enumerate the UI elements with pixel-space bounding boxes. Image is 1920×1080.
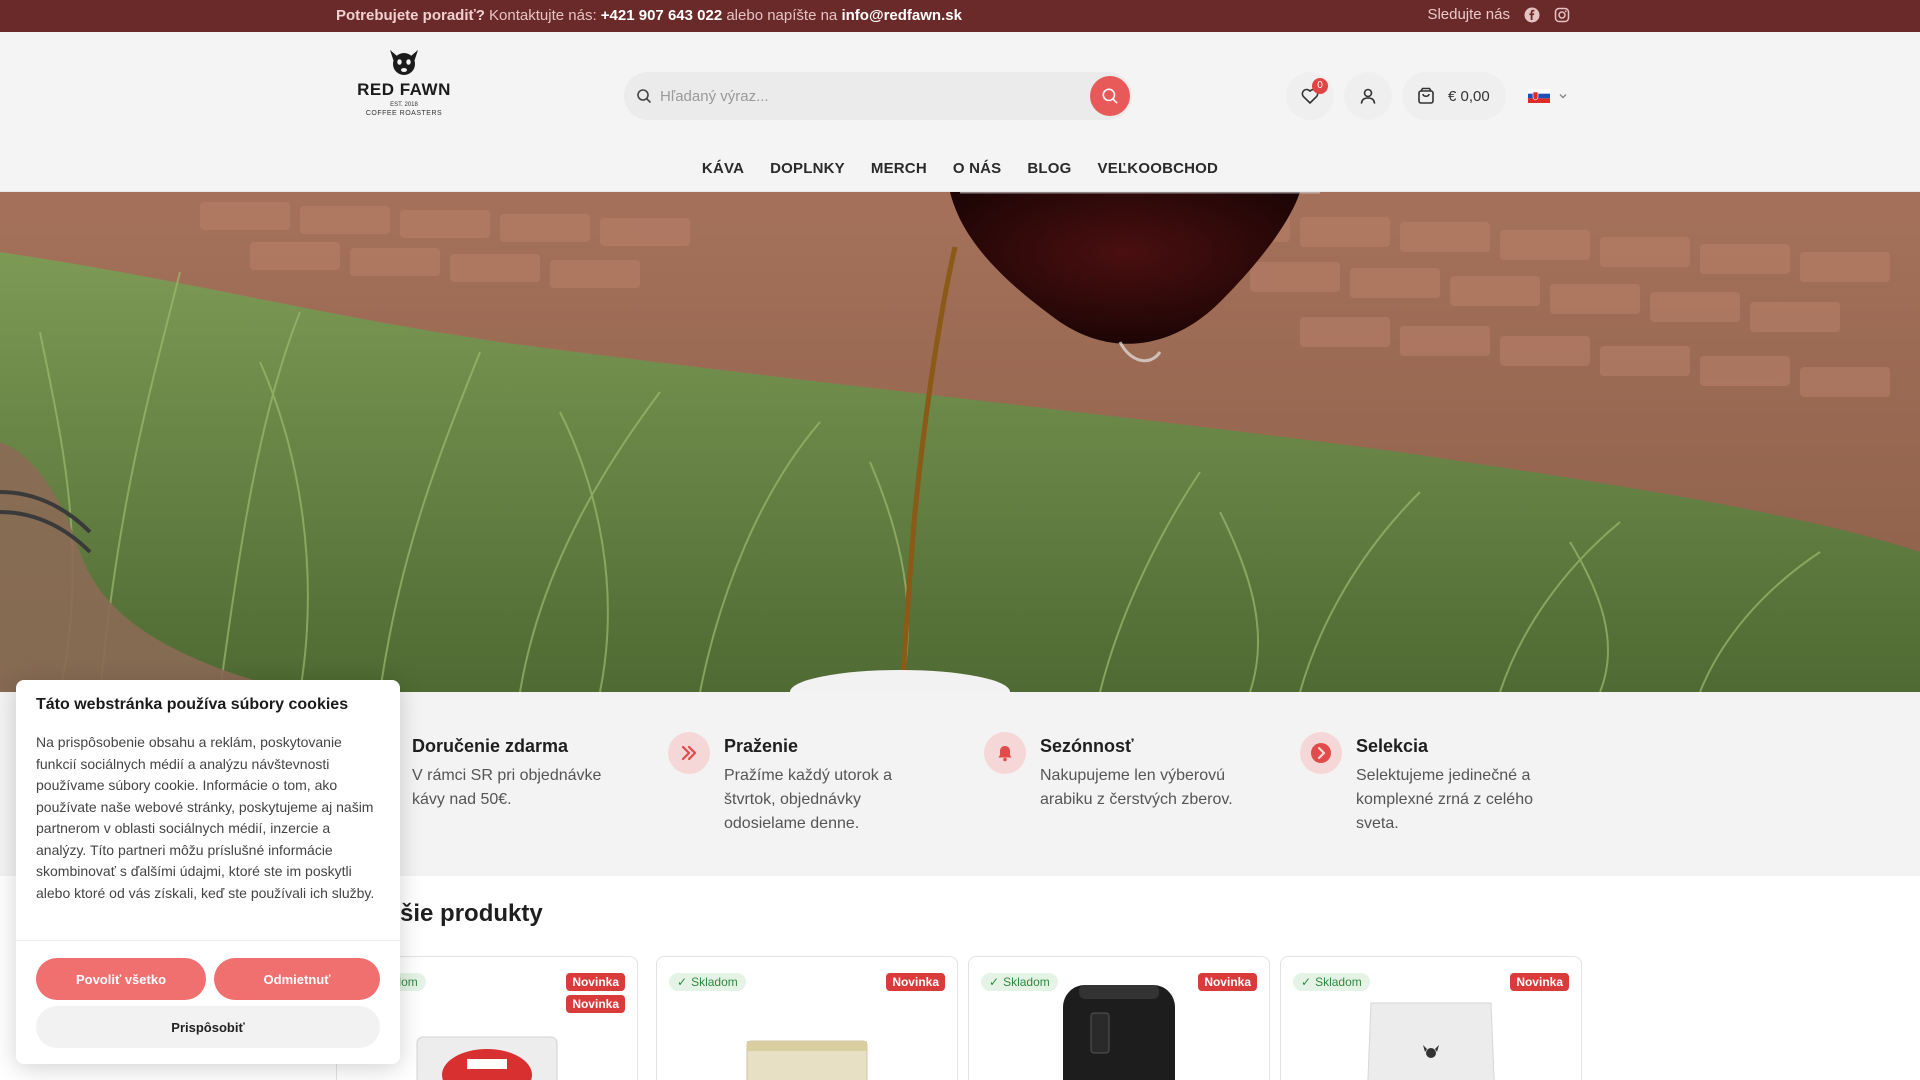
instagram-icon[interactable] [1554,7,1570,23]
logo-sub: COFFEE ROASTERS [365,110,443,117]
language-selector[interactable] [1516,72,1580,120]
hero-banner[interactable] [0,192,1920,692]
stock-badge: ✓Skladom [1293,973,1370,991]
chevron-down-icon [1559,94,1567,99]
stock-badge: ✓Skladom [981,973,1058,991]
nav-item-merch[interactable]: MERCH [871,160,927,190]
user-icon [1360,88,1376,104]
new-badge: Novinka [886,973,945,991]
new-badge: Novinka [1198,973,1257,991]
search-input[interactable] [660,72,1060,120]
nav-item-o-nas[interactable]: O NÁS [953,160,1002,190]
feature-title: Selekcia [1356,736,1429,756]
chevron-right-circle-icon [1300,732,1342,774]
contact-phone-link[interactable]: +421 907 643 022 [601,7,722,24]
header-actions: 0 € 0,00 [1286,72,1580,120]
contact-text: Kontaktujte nás: [489,7,597,24]
nav-item-kava[interactable]: KÁVA [702,160,744,190]
cart-button[interactable]: € 0,00 [1402,72,1506,120]
cookie-title: Táto webstránka používa súbory cookies [36,696,349,713]
product-image [416,1036,558,1080]
product-image [746,1040,868,1080]
check-icon: ✓ [1301,975,1312,989]
new-badge: Novinka [566,995,625,1013]
product-image [1367,1002,1495,1080]
search-submit-button[interactable] [1090,76,1130,116]
slovak-flag-icon [1527,89,1550,103]
stock-badge: ✓Skladom [669,973,746,991]
product-image [1063,985,1175,1080]
social-follow: Sledujte nás [1427,6,1570,23]
feature-title: Doručenie zdarma [412,736,569,756]
decline-button[interactable]: Odmietnuť [214,958,380,1000]
search-icon [636,88,652,109]
cookie-divider [16,940,400,941]
feature-title: Sezónnosť [1040,736,1134,756]
hero-image [0,192,1920,692]
check-icon: ✓ [989,975,1000,989]
new-badge: Novinka [1510,973,1569,991]
new-badge: Novinka [566,973,625,991]
nav-item-velkoobchod[interactable]: VEĽKOOBCHOD [1098,160,1219,190]
site-header: RED FAWN EST. 2018 COFFEE ROASTERS 0 € 0… [0,32,1920,192]
nav-item-blog[interactable]: BLOG [1027,160,1071,190]
site-logo[interactable]: RED FAWN EST. 2018 COFFEE ROASTERS [356,48,452,136]
feature-text: Nakupujeme len výberovú arabiku z čerstv… [1040,767,1233,808]
feature-text: Selektujeme jedinečné a komplexné zrná z… [1356,767,1533,832]
fawn-logo-icon [390,50,418,75]
bell-icon [984,732,1026,774]
product-card[interactable]: ✓ Skladom Novinka [1280,956,1582,1080]
wishlist-count-badge: 0 [1312,78,1328,94]
nav-item-doplnky[interactable]: DOPLNKY [770,160,845,190]
feature-title: Praženie [724,736,799,756]
chevrons-right-icon [668,732,710,774]
shopping-bag-icon [1418,87,1434,104]
contact-lead: Potrebujete poradiť? [336,7,485,24]
account-button[interactable] [1344,72,1392,120]
cookie-consent-dialog: Táto webstránka používa súbory cookies N… [16,680,400,1064]
logo-brand: RED FAWN [357,80,451,99]
main-nav: KÁVA DOPLNKY MERCH O NÁS BLOG VEĽKOOBCHO… [0,160,1920,190]
feature-text: V rámci SR pri objednávke kávy nad 50€. [412,767,602,808]
facebook-icon[interactable] [1524,7,1540,23]
allow-all-button[interactable]: Povoliť všetko [36,958,206,1000]
contact-info: Potrebujete poradiť? Kontaktujte nás: +4… [336,7,962,24]
customize-button[interactable]: Prispôsobiť [36,1006,380,1048]
cart-total: € 0,00 [1448,87,1490,105]
cookie-text: Na prispôsobenie obsahu a reklám, poskyt… [36,734,375,901]
follow-label: Sledujte nás [1427,6,1510,23]
search-bar [624,72,1132,120]
check-icon: ✓ [677,975,688,989]
feature-text: Pražíme každý utorok a štvrtok, objednáv… [724,767,893,832]
top-bar: Potrebujete poradiť? Kontaktujte nás: +4… [0,0,1920,32]
product-card[interactable]: ✓ Skladom Novinka [968,956,1270,1080]
search-icon [1102,88,1118,104]
contact-email-link[interactable]: info@redfawn.sk [841,7,961,24]
product-card[interactable]: ✓ Skladom Novinka [656,956,958,1080]
wishlist-button[interactable]: 0 [1286,72,1334,120]
logo-est: EST. 2018 [390,102,418,108]
contact-or-text: alebo napíšte na [726,7,838,24]
